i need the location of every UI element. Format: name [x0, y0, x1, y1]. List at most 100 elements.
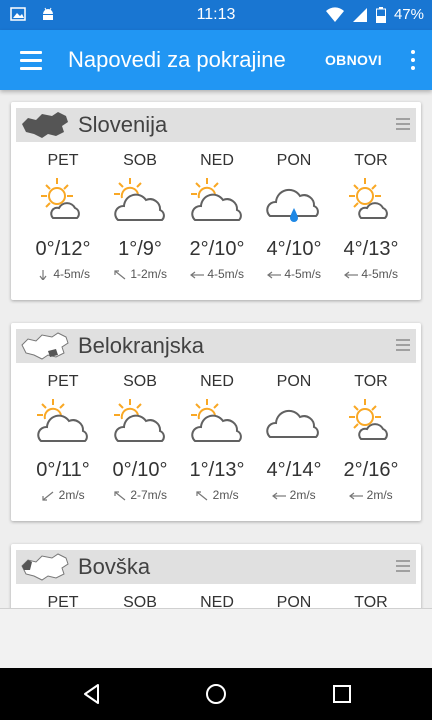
status-bar: 11:13 47% [0, 0, 432, 30]
sun-behind-cloud-icon [191, 399, 242, 442]
wind-speed: 2m/s [58, 488, 85, 502]
region-card-slovenija[interactable]: Slovenija PET 0°/12° 4-5m/s SOB 1°/9° 1-… [11, 102, 421, 300]
temperature: 0°/11° [36, 459, 90, 481]
wind-arrow-icon [272, 492, 287, 500]
day-name: TOR [354, 594, 388, 608]
temperature: 4°/10° [266, 238, 322, 260]
day-name: SOB [123, 152, 157, 169]
forecast-day: TOR [332, 594, 410, 608]
refresh-button[interactable]: OBNOVI [325, 52, 382, 68]
sun-cloud-icon [41, 178, 80, 219]
recents-icon[interactable] [330, 682, 354, 706]
bottom-panel [0, 608, 432, 668]
wind-arrow-icon [196, 491, 208, 501]
wind-speed: 4-5m/s [207, 267, 245, 281]
forecast-day: NED 2°/10° 4-5m/s [178, 152, 256, 281]
day-name: NED [200, 594, 234, 608]
day-name: SOB [123, 373, 157, 390]
region-header: Belokranjska [16, 329, 416, 363]
forecast-day: SOB 0°/10° 2-7m/s [101, 373, 179, 502]
sun-behind-cloud-icon [191, 178, 242, 221]
temperature: 1°/13° [189, 459, 245, 481]
drag-handle-icon[interactable] [396, 560, 410, 572]
region-name: Slovenija [78, 112, 168, 137]
day-name: TOR [354, 373, 388, 390]
day-name: TOR [354, 152, 388, 169]
temperature: 4°/14° [266, 459, 322, 481]
wind-speed: 2m/s [366, 488, 393, 502]
forecast-day: SOB 1°/9° 1-2m/s [101, 152, 179, 281]
wifi-icon [325, 6, 344, 22]
forecast-day: PON 4°/14° 2m/s [255, 373, 333, 502]
overflow-menu-icon[interactable] [408, 50, 418, 70]
region-header: Slovenija [16, 108, 416, 142]
app-bar: Napovedi za pokrajine OBNOVI [0, 30, 432, 90]
wind-arrow-icon [343, 271, 358, 279]
wind-speed: 1-2m/s [130, 267, 168, 281]
day-name: PET [47, 152, 79, 169]
sun-cloud-icon [349, 178, 388, 219]
wind-speed: 2m/s [289, 488, 316, 502]
day-name: SOB [123, 594, 157, 608]
forecast-list[interactable]: Slovenija PET 0°/12° 4-5m/s SOB 1°/9° 1-… [0, 90, 432, 608]
temperature: 0°/10° [112, 459, 168, 481]
signal-icon [352, 7, 367, 22]
battery-icon [375, 6, 386, 23]
wind-arrow-icon [114, 270, 126, 280]
back-icon[interactable] [80, 682, 104, 706]
forecast-day: SOB [101, 594, 179, 608]
temperature: 2°/10° [189, 238, 245, 260]
menu-icon[interactable] [14, 46, 48, 74]
sun-behind-cloud-icon [114, 178, 165, 221]
temperature: 1°/9° [118, 238, 162, 260]
wind-arrow-icon [266, 271, 281, 279]
day-name: PON [276, 373, 312, 390]
forecast-day: PET 0°/12° 4-5m/s [24, 152, 102, 281]
slovenia-map-region-icon [21, 332, 69, 360]
wind-arrow-icon [42, 491, 54, 501]
wind-speed: 4-5m/s [361, 267, 399, 281]
sun-behind-cloud-icon [37, 399, 88, 442]
forecast-day: TOR 2°/16° 2m/s [332, 373, 410, 502]
forecast-day: PON [255, 594, 333, 608]
sun-cloud-icon [349, 399, 388, 440]
temperature: 4°/13° [343, 238, 399, 260]
region-name: Bovška [78, 554, 151, 579]
wind-arrow-icon [114, 491, 126, 501]
temperature: 2°/16° [343, 459, 399, 481]
forecast-day: PET [24, 594, 102, 608]
wind-speed: 4-5m/s [53, 267, 91, 281]
day-name: NED [200, 373, 234, 390]
wind-arrow-icon [39, 269, 47, 280]
wind-speed: 2-7m/s [130, 488, 168, 502]
battery-percentage: 47% [393, 6, 424, 23]
sun-behind-cloud-icon [114, 399, 165, 442]
wind-arrow-icon [349, 492, 364, 500]
day-name: NED [200, 152, 234, 169]
home-icon[interactable] [204, 682, 228, 706]
wind-speed: 2m/s [212, 488, 239, 502]
forecast-day: NED 1°/13° 2m/s [178, 373, 256, 502]
region-card-belokranjska[interactable]: Belokranjska PET 0°/11° 2m/s SOB 0°/10° … [11, 323, 421, 521]
wind-arrow-icon [189, 271, 204, 279]
slovenia-map-region-icon [21, 553, 69, 581]
forecast-day: PET 0°/11° 2m/s [24, 373, 102, 502]
cloud-icon [266, 409, 319, 438]
forecast-day: NED [178, 594, 256, 608]
cloud-rain-icon [266, 188, 319, 222]
temperature: 0°/12° [35, 238, 91, 260]
wind-speed: 4-5m/s [284, 267, 322, 281]
region-header: Bovška [16, 550, 416, 584]
page-title: Napovedi za pokrajine [68, 47, 286, 72]
region-card-bovska[interactable]: Bovška PET SOB NED PON TOR [11, 544, 421, 608]
forecast-day: PON 4°/10° 4-5m/s [255, 152, 333, 281]
day-name: PET [47, 373, 79, 390]
slovenia-map-icon [22, 112, 68, 138]
region-name: Belokranjska [78, 333, 204, 358]
drag-handle-icon[interactable] [396, 118, 410, 130]
day-name: PET [47, 594, 79, 608]
day-name: PON [276, 594, 312, 608]
forecast-day: TOR 4°/13° 4-5m/s [332, 152, 410, 281]
drag-handle-icon[interactable] [396, 339, 410, 351]
system-nav-bar [0, 668, 432, 720]
